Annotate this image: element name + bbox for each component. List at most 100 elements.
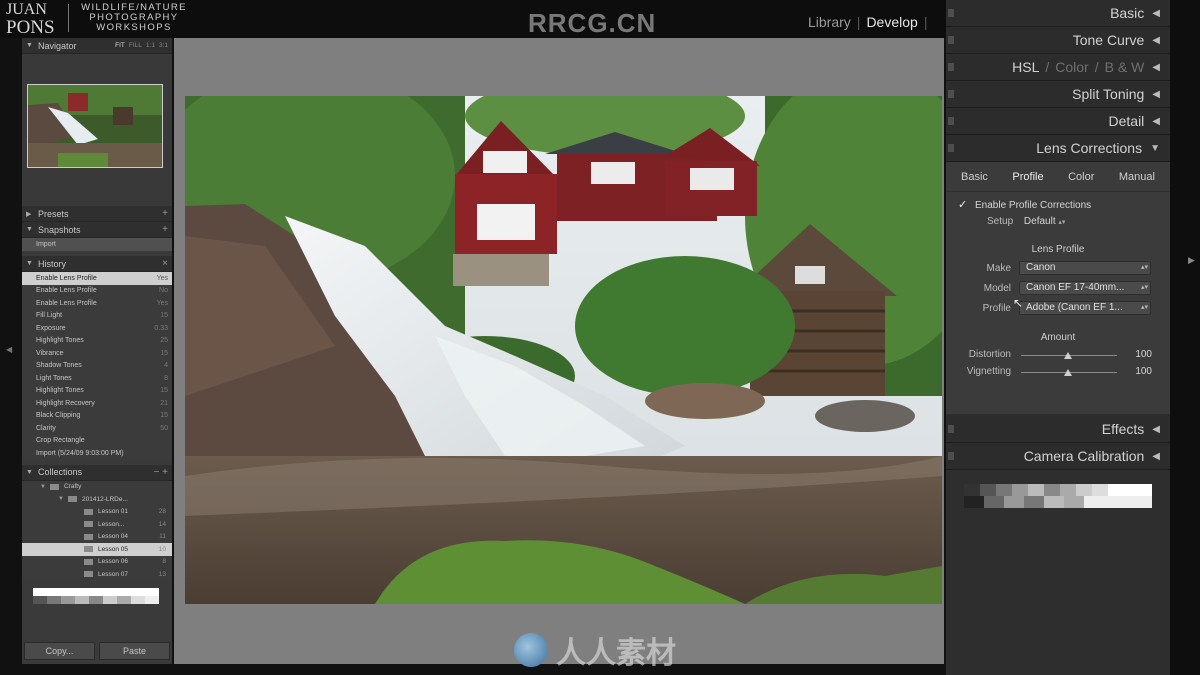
history-item[interactable]: Exposure 0.33 (22, 322, 172, 335)
distortion-value[interactable]: 100 (1126, 349, 1152, 360)
navigator-thumbnail[interactable] (27, 84, 163, 168)
collection-set[interactable]: ▼ Crafty (22, 481, 172, 494)
lens-tabs: Basic Profile Color Manual (946, 162, 1170, 192)
zoom-3-1[interactable]: 3:1 (159, 42, 168, 49)
paste-button[interactable]: Paste (99, 642, 170, 660)
left-panel-buttons: Copy... Paste (22, 642, 172, 660)
panel-switch-icon[interactable] (948, 117, 954, 125)
collection-item-selected[interactable]: Lesson 05 10 (22, 543, 172, 556)
panel-switch-icon[interactable] (948, 63, 954, 71)
add-collection-icon[interactable]: − + (154, 467, 168, 478)
module-picker: Library | Develop | (808, 14, 927, 30)
history-item[interactable]: Enable Lens Profile Yes (22, 297, 172, 310)
collection-item[interactable]: Lesson... 14 (22, 518, 172, 531)
collection-set-icon (68, 496, 77, 503)
image-canvas[interactable]: 人人素材 (174, 38, 944, 670)
history-item[interactable]: Crop Rectangle (22, 435, 172, 448)
panel-camera-calibration-header[interactable]: Camera Calibration ◀ (946, 443, 1170, 470)
panel-switch-icon[interactable] (948, 36, 954, 44)
history-item[interactable]: Highlight Tones 25 (22, 335, 172, 348)
panel-tone-curve-header[interactable]: Tone Curve ◀ (946, 27, 1170, 54)
collection-icon (84, 546, 93, 553)
select-arrows-icon: ▴▾ (1140, 304, 1148, 311)
add-snapshot-icon[interactable]: + (162, 224, 168, 235)
watermark-center: 人人素材 (514, 628, 676, 672)
vignetting-value[interactable]: 100 (1126, 366, 1152, 377)
collection-icon (84, 533, 93, 540)
history-item[interactable]: Import (5/24/09 9:03:00 PM) (22, 447, 172, 460)
history-item[interactable]: Highlight Tones 15 (22, 385, 172, 398)
left-panel-toggle-icon[interactable]: ◀ (6, 345, 12, 354)
add-preset-icon[interactable]: + (162, 208, 168, 219)
panel-basic-header[interactable]: Basic ◀ (946, 0, 1170, 27)
panel-detail-header[interactable]: Detail ◀ (946, 108, 1170, 135)
collections-header[interactable]: ▼ Collections − + (22, 464, 172, 481)
model-label: Model (983, 283, 1011, 294)
navigator-preview[interactable] (22, 54, 172, 206)
enable-profile-row[interactable]: ✓ Enable Profile Corrections (958, 198, 1091, 211)
brand-logo: JUAN PONS (6, 2, 55, 38)
vignetting-slider-knob[interactable] (1064, 369, 1072, 376)
history-item[interactable]: Highlight Recovery 21 (22, 397, 172, 410)
presets-header[interactable]: ▶ Presets + (22, 206, 172, 222)
panel-bw-title[interactable]: B & W (1105, 59, 1145, 75)
panel-switch-icon[interactable] (948, 90, 954, 98)
collection-item[interactable]: Lesson 06 8 (22, 556, 172, 569)
select-arrows-icon: ▴▾ (1140, 284, 1148, 291)
history-item[interactable]: Shadow Tones 4 (22, 360, 172, 373)
tab-manual[interactable]: Manual (1110, 169, 1164, 185)
module-separator: | (856, 14, 861, 30)
history-item[interactable]: Enable Lens Profile Yes (22, 272, 172, 285)
module-library[interactable]: Library (808, 14, 851, 30)
history-item[interactable]: Light Tones 8 (22, 372, 172, 385)
collection-set[interactable]: ▼ 201412-LRDe... (22, 493, 172, 506)
panel-hsl-title[interactable]: HSL (1012, 59, 1039, 75)
distortion-label: Distortion (968, 349, 1011, 360)
amount-title: Amount (1040, 332, 1076, 343)
history-item[interactable]: Clarity 50 (22, 422, 172, 435)
module-develop[interactable]: Develop (866, 14, 917, 30)
lens-corrections-body: Basic Profile Color Manual ✓ Enable Prof… (946, 162, 1170, 414)
collection-item[interactable]: Lesson 01 28 (22, 506, 172, 519)
panel-switch-icon[interactable] (948, 425, 954, 433)
clear-history-icon[interactable]: × (162, 258, 168, 269)
snapshot-item[interactable]: Import (22, 238, 172, 251)
tab-basic[interactable]: Basic (952, 169, 997, 185)
panel-switch-icon[interactable] (948, 452, 954, 460)
distortion-slider-knob[interactable] (1064, 352, 1072, 359)
panel-switch-icon[interactable] (948, 9, 954, 17)
navigator-header[interactable]: ▼ Navigator FIT FILL 1:1 3:1 (22, 38, 172, 54)
tab-profile[interactable]: Profile (1003, 169, 1052, 185)
zoom-fit[interactable]: FIT (115, 42, 125, 49)
collection-item[interactable]: Lesson 07 13 (22, 568, 172, 581)
history-item[interactable]: Vibrance 15 (22, 347, 172, 360)
history-item[interactable]: Fill Light 15 (22, 310, 172, 323)
panel-switch-icon[interactable] (948, 144, 954, 152)
photo-preview[interactable] (185, 96, 942, 604)
panel-split-toning-header[interactable]: Split Toning ◀ (946, 81, 1170, 108)
mouse-cursor-icon: ↖ (1013, 296, 1024, 310)
setup-select[interactable]: Default ▴▾ (1024, 216, 1066, 227)
history-item[interactable]: Black Clipping 15 (22, 410, 172, 423)
make-select[interactable]: Canon ▴▾ (1019, 261, 1151, 275)
zoom-fill[interactable]: FILL (129, 42, 142, 49)
tab-color[interactable]: Color (1059, 169, 1103, 185)
zoom-1-1[interactable]: 1:1 (146, 42, 155, 49)
profile-select[interactable]: Adobe (Canon EF 1... ▴▾ (1019, 301, 1151, 315)
copy-button[interactable]: Copy... (24, 642, 95, 660)
collection-icon (84, 571, 93, 578)
panel-effects-header[interactable]: Effects ◀ (946, 416, 1170, 443)
model-select[interactable]: Canon EF 17-40mm... ▴▾ (1019, 281, 1151, 295)
collection-item[interactable]: Lesson 04 11 (22, 531, 172, 544)
panel-lens-corrections-header[interactable]: Lens Corrections ▼ (946, 135, 1170, 162)
panel-color-title[interactable]: Color (1055, 59, 1088, 75)
snapshots-header[interactable]: ▼ Snapshots + (22, 222, 172, 238)
hsl-separator: / (1045, 59, 1050, 75)
triangle-down-icon: ▼ (58, 496, 64, 503)
panel-hsl-header[interactable]: HSL / Color / B & W ◀ (946, 54, 1170, 81)
history-item[interactable]: Enable Lens Profile No (22, 285, 172, 298)
triangle-left-icon: ◀ (1152, 7, 1160, 19)
checkmark-icon[interactable]: ✓ (958, 199, 967, 211)
right-panel-toggle-icon[interactable]: ▶ (1188, 255, 1195, 266)
history-header[interactable]: ▼ History × (22, 256, 172, 272)
